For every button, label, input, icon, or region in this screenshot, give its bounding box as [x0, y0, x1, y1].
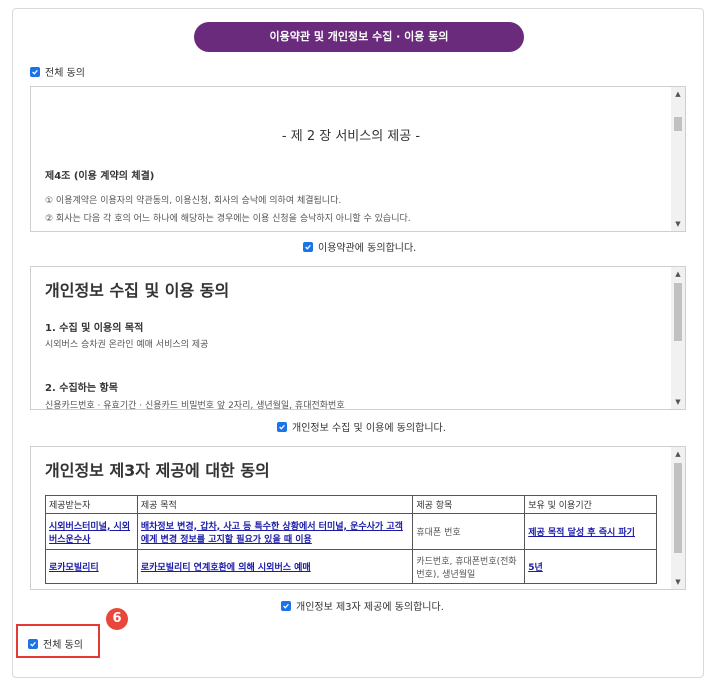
- agree-all-top-checkbox[interactable]: 전체 동의: [30, 64, 85, 79]
- agree-all-top-label: 전체 동의: [45, 68, 85, 79]
- third-party-table: 제공받는자 제공 목적 제공 항목 보유 및 이용기간 시외버스터미널, 시외버…: [45, 495, 657, 584]
- third-party-heading: 개인정보 제3자 제공에 대한 동의: [45, 461, 270, 480]
- column-header: 제공 항목: [412, 495, 526, 514]
- agree-privacy-checkbox[interactable]: 개인정보 수집 및 이용에 동의합니다.: [277, 419, 446, 434]
- privacy-content: 개인정보 수집 및 이용 동의 1. 수집 및 이용의 목적 시외버스 승차권 …: [31, 267, 671, 409]
- step-badge: 6: [106, 608, 128, 630]
- scroll-down-icon[interactable]: ▼: [671, 575, 685, 589]
- third-party-content: 개인정보 제3자 제공에 대한 동의 제공받는자 제공 목적 제공 항목 보유 …: [31, 447, 671, 589]
- scroll-up-icon[interactable]: ▲: [671, 267, 685, 281]
- checkbox-checked-icon: [303, 241, 313, 252]
- agree-privacy-label: 개인정보 수집 및 이용에 동의합니다.: [292, 423, 446, 434]
- purpose-cell[interactable]: 로카모빌리티 연계호환에 의해 시외버스 예매: [136, 549, 414, 584]
- section-title: 이용약관 및 개인정보 수집 · 이용 동의: [194, 22, 524, 52]
- table-row: 로카모빌리티 로카모빌리티 연계호환에 의해 시외버스 예매 카드번호, 휴대폰…: [45, 549, 657, 584]
- terms-line-2: ② 회사는 다음 각 호의 어느 하나에 해당하는 경우에는 이용 신청을 승낙…: [45, 214, 411, 224]
- third-party-scroll-box[interactable]: 개인정보 제3자 제공에 대한 동의 제공받는자 제공 목적 제공 항목 보유 …: [30, 446, 686, 590]
- checkbox-checked-icon: [28, 638, 38, 649]
- checkbox-checked-icon: [30, 66, 40, 77]
- terms-scrollbar[interactable]: ▲ ▼: [671, 87, 685, 231]
- privacy-scroll-box[interactable]: 개인정보 수집 및 이용 동의 1. 수집 및 이용의 목적 시외버스 승차권 …: [30, 266, 686, 410]
- items-cell: 카드번호, 휴대폰번호(전화번호), 생년월일: [412, 549, 526, 584]
- scroll-thumb[interactable]: [674, 117, 682, 131]
- agree-terms-checkbox[interactable]: 이용약관에 동의합니다.: [303, 239, 416, 254]
- agree-third-party-checkbox[interactable]: 개인정보 제3자 제공에 동의합니다.: [281, 598, 444, 613]
- retention-cell[interactable]: 제공 목적 달성 후 즉시 파기: [524, 513, 657, 550]
- recipient-cell[interactable]: 로카모빌리티: [45, 549, 138, 584]
- agree-all-bottom-label: 전체 동의: [43, 640, 83, 651]
- scroll-thumb[interactable]: [674, 463, 682, 553]
- privacy-section1-text: 시외버스 승차권 온라인 예매 서비스의 제공: [45, 340, 209, 350]
- terms-line-1: ① 이용계약은 이용자의 약관동의, 이용신청, 회사의 승낙에 의하여 체결됩…: [45, 196, 342, 206]
- scroll-up-icon[interactable]: ▲: [671, 447, 685, 461]
- column-header: 제공받는자: [45, 495, 138, 514]
- table-row: 시외버스터미널, 시외버스운수사 배차정보 변경, 갑차, 사고 등 특수한 상…: [45, 513, 657, 550]
- third-party-scrollbar[interactable]: ▲ ▼: [671, 447, 685, 589]
- recipient-cell[interactable]: 시외버스터미널, 시외버스운수사: [45, 513, 138, 550]
- agree-all-bottom-checkbox[interactable]: 전체 동의: [28, 636, 83, 651]
- checkbox-checked-icon: [277, 421, 287, 432]
- privacy-heading: 개인정보 수집 및 이용 동의: [45, 281, 230, 300]
- items-cell: 휴대폰 번호: [412, 513, 526, 550]
- privacy-scrollbar[interactable]: ▲ ▼: [671, 267, 685, 409]
- scroll-down-icon[interactable]: ▼: [671, 395, 685, 409]
- terms-article-title: 제4조 (이용 계약의 체결): [45, 171, 155, 182]
- agree-third-party-label: 개인정보 제3자 제공에 동의합니다.: [296, 602, 444, 613]
- privacy-section1-title: 1. 수집 및 이용의 목적: [45, 323, 144, 334]
- purpose-cell[interactable]: 배차정보 변경, 갑차, 사고 등 특수한 상황에서 터미널, 운수사가 고객에…: [136, 513, 414, 550]
- checkbox-checked-icon: [281, 600, 291, 611]
- privacy-section2-title: 2. 수집하는 항목: [45, 383, 118, 394]
- terms-scroll-box[interactable]: - 제 2 장 서비스의 제공 - 제4조 (이용 계약의 체결) ① 이용계약…: [30, 86, 686, 232]
- column-header: 보유 및 이용기간: [524, 495, 657, 514]
- terms-content: - 제 2 장 서비스의 제공 - 제4조 (이용 계약의 체결) ① 이용계약…: [31, 87, 671, 231]
- retention-cell[interactable]: 5년: [524, 549, 657, 584]
- agree-terms-label: 이용약관에 동의합니다.: [318, 243, 417, 254]
- scroll-down-icon[interactable]: ▼: [671, 217, 685, 231]
- scroll-up-icon[interactable]: ▲: [671, 87, 685, 101]
- table-header-row: 제공받는자 제공 목적 제공 항목 보유 및 이용기간: [45, 495, 657, 514]
- privacy-section2-text: 신용카드번호 · 유효기간 · 신용카드 비밀번호 앞 2자리, 생년월일, 휴…: [45, 401, 345, 410]
- scroll-thumb[interactable]: [674, 283, 682, 341]
- terms-chapter-title: - 제 2 장 서비스의 제공 -: [281, 129, 421, 144]
- column-header: 제공 목적: [136, 495, 414, 514]
